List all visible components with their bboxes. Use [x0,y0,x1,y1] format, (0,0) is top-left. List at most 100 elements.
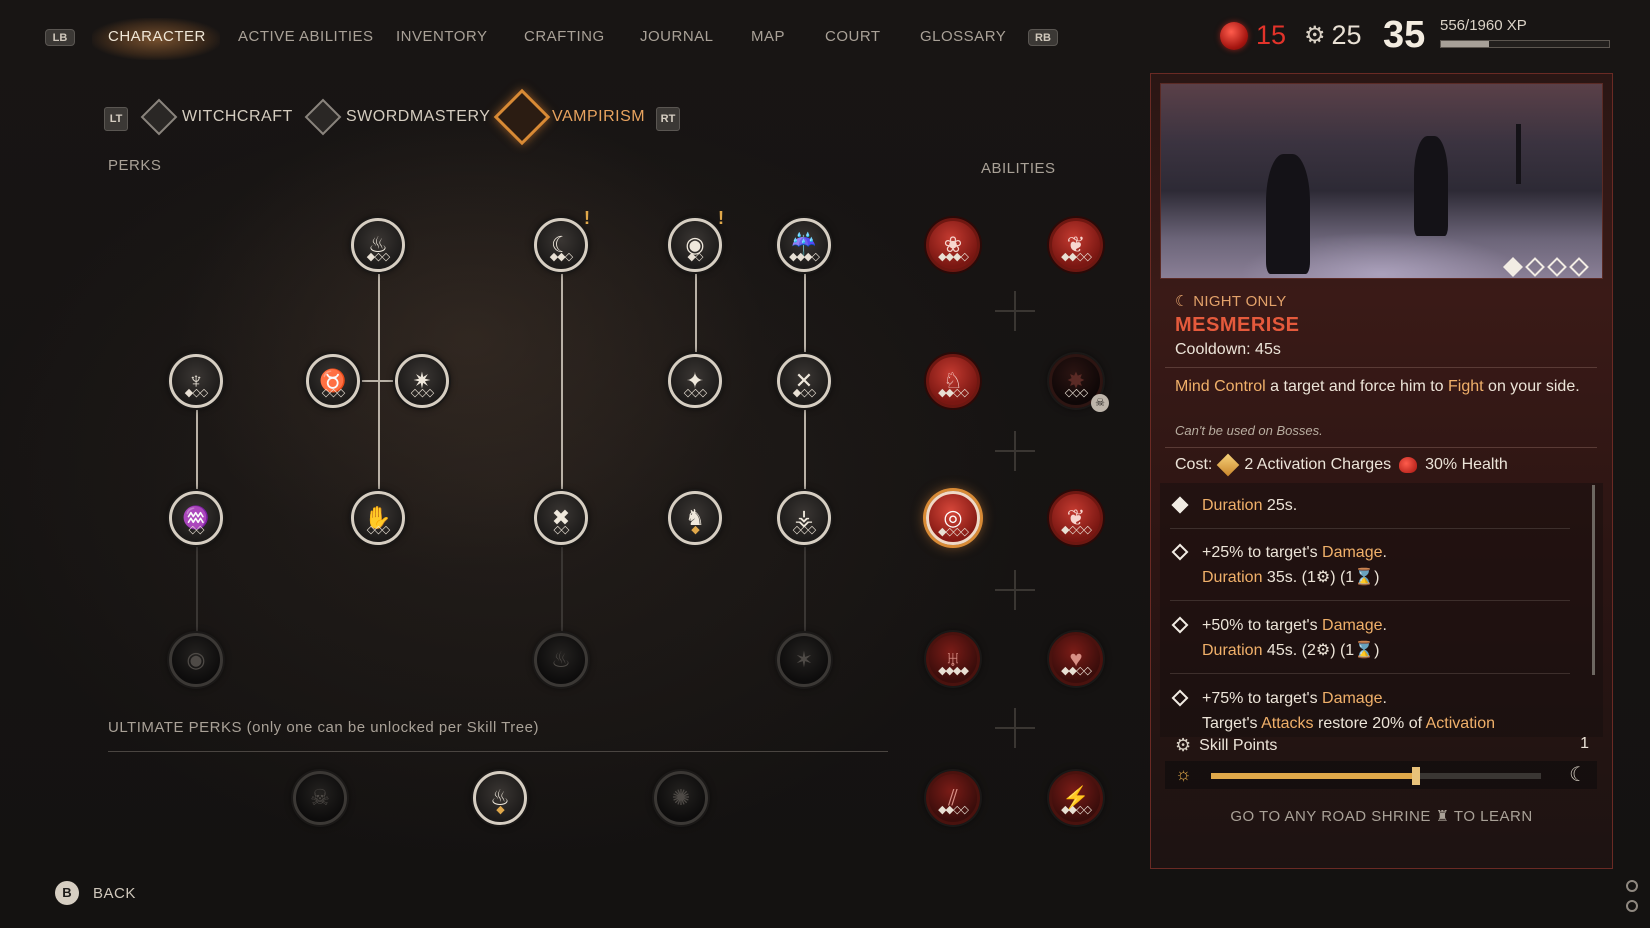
fangs-icon: ☾ [534,218,588,272]
sun-icon: ☼ [1175,764,1192,784]
locked-blood-icon: ♨ [534,633,588,687]
upgrade-keyword: Activation [1425,715,1495,732]
ability-level-pips: ◆◆◇◇ [1061,251,1092,263]
ultimate-level-pips: ◆ [496,804,505,816]
perk-level-pips: ◇◇ [553,524,570,536]
perk-blood-drip[interactable]: ☔ ◆◆◆◇ [777,218,831,272]
perk-droplets[interactable]: ♒ ◇◇ [169,491,223,545]
xp-progress-bar [1440,40,1610,48]
perk-locked-wolf[interactable]: ✶ [777,633,831,687]
ultimate-perks-heading: ULTIMATE PERKS (only one can be unlocked… [108,719,539,736]
upgrade-scrollbar[interactable] [1592,485,1595,675]
perk-flame[interactable]: ♆ ◆◇◇ [169,354,223,408]
ability-swarm[interactable]: ❦ ◆◆◇◇ [1049,218,1103,272]
upgrade-text: . [1382,544,1387,561]
perk-claw[interactable]: ✋ ◇◇◇ [351,491,405,545]
skill-points-row: ⚙ Skill Points [1175,735,1277,756]
skull-lock-icon: ☠ [1091,394,1109,412]
perk-bite[interactable]: ☾ ! ◆◆◇ [534,208,590,272]
upgrade-text: . [1382,617,1387,634]
ability-level-pips: ◆◇◇◇ [1061,524,1092,536]
tree-connector [561,272,563,512]
upgrade-text: +50% to target's [1202,617,1323,634]
divider [1165,367,1597,368]
preview-figure-left [1266,154,1310,274]
upgrade-text: 45s. (2⚙) (1⌛) [1262,642,1380,659]
desc-keyword: Mind Control [1175,378,1266,395]
preview-post [1516,124,1521,184]
perk-slash[interactable]: ✕ ◆◇◇ [777,354,831,408]
ultimate-blood-flame[interactable]: ♨ ◆ [473,771,527,825]
perk-blood-drop[interactable]: ♨ ◆◇◇ [351,218,405,272]
perk-talons[interactable]: ⚶ ◇◇◇ [777,491,831,545]
ability-blood-rose[interactable]: ❀ ◆◆◆◇ [926,218,980,272]
perk-star-burst[interactable]: ✷ ◇◇◇ [395,354,449,408]
divider [1170,673,1570,674]
skill-point-count: 25 [1331,20,1362,50]
back-label[interactable]: BACK [93,885,136,902]
locked-wolf-icon: ✶ [777,633,831,687]
xp-text: 556/1960 XP [1440,17,1527,34]
upgrade-keyword: Damage [1322,617,1383,634]
cross-slash-icon: ✖ [534,491,588,545]
demon-mask-icon: ♅ [926,632,980,686]
perk-strike[interactable]: ✦ ◇◇◇ [668,354,722,408]
upgrade-keyword: Attacks [1261,715,1314,732]
cost-charges: 2 Activation Charges [1244,456,1392,473]
ability-claw-strike[interactable]: ⫽ ◆◆◇◇ [926,771,980,825]
perk-locked-blood[interactable]: ♨ [534,633,588,687]
perk-level-pips: ◆◇ [687,251,704,263]
skill-gear-icon: ⚙ [1175,735,1192,755]
ability-connector [995,291,1035,331]
perk-cross-slash[interactable]: ✖ ◇◇ [534,491,588,545]
shrine-hint: GO TO ANY ROAD SHRINE ♜ TO LEARN [1160,807,1603,825]
ability-cooldown: Cooldown: 45s [1175,341,1281,358]
ability-level-pips: ◆◆◇◇ [1061,665,1092,677]
ability-demon-mask[interactable]: ♅ ◆◆◆◆ [926,632,980,686]
upgrade-keyword: Damage [1322,690,1383,707]
ability-level-pips: ◆◆◆◆ [938,665,969,677]
skull-icon: ☠ [293,771,347,825]
heart-icon: ♥ [1049,632,1103,686]
upgrade-list[interactable]: Duration 25s. +25% to target's Damage. D… [1160,483,1603,737]
ability-level-pips: ◆◆◇◇ [938,804,969,816]
preview-level-pips [1503,257,1589,277]
day-night-track [1211,767,1541,785]
blood-drop-icon [1220,21,1248,50]
perk-level-pips: ◇◇◇ [792,524,816,536]
upgrade-keyword: Duration [1202,569,1263,586]
desc-keyword: Fight [1448,378,1484,395]
perk-maw[interactable]: ♉ ◇◇◇ [306,354,360,408]
ability-preview-image [1160,83,1603,279]
ability-bat-form[interactable]: ❦ ◆◇◇◇ [1049,491,1103,545]
perk-eye[interactable]: ◉ ! ◆◇ [668,208,724,272]
ability-mesmerise[interactable]: ◎ ◆◇◇◇ [926,491,980,545]
desc-text: on your side. [1483,378,1580,395]
b-button-icon[interactable]: B [55,881,79,905]
perk-level-pips: ◇◇◇ [321,387,345,399]
upgrade-text: restore 20% of [1313,715,1426,732]
ability-blood-slash[interactable]: ⚡ ◆◆◇◇ [1049,771,1103,825]
ability-locked-dark[interactable]: ✸ ☠ ◇◇◇ [1049,354,1109,412]
ultimate-skull[interactable]: ☠ [293,771,347,825]
perk-level-pips: ◆◆◇ [549,251,573,263]
ability-wolf-howl[interactable]: ♘ ◆◆◇◇ [926,354,980,408]
perk-beast[interactable]: ♞ ◆ [668,491,722,545]
perk-level-pips: ◆◇◇ [366,251,390,263]
vampirism-skill-tree: ♨ ◆◇◇ ☾ ! ◆◆◇ ◉ ! ◆◇ ☔ ◆◆◆◇ ♆ ◆◇◇ ♉ ◇◇◇ … [0,0,1150,928]
upgrade-text: +75% to target's [1202,690,1323,707]
divider [1165,447,1597,448]
upgrade-text: . [1382,690,1387,707]
cost-label: Cost: [1175,456,1213,473]
claw-strike-icon: ⫽ [926,771,980,825]
skill-points-label: Skill Points [1199,736,1278,754]
star-burst-icon: ✷ [395,354,449,408]
ultimate-vortex[interactable]: ✺ [654,771,708,825]
shrine-icon: ♜ [1435,808,1450,825]
skill-points-value: 1 [1580,735,1589,752]
perk-locked-eye[interactable]: ◉ [169,633,223,687]
upgrade-text: +25% to target's [1202,544,1323,561]
ability-level-pips: ◆◆◇◇ [1061,804,1092,816]
moon-icon: ☾ [1569,764,1587,786]
ability-heart[interactable]: ♥ ◆◆◇◇ [1049,632,1103,686]
